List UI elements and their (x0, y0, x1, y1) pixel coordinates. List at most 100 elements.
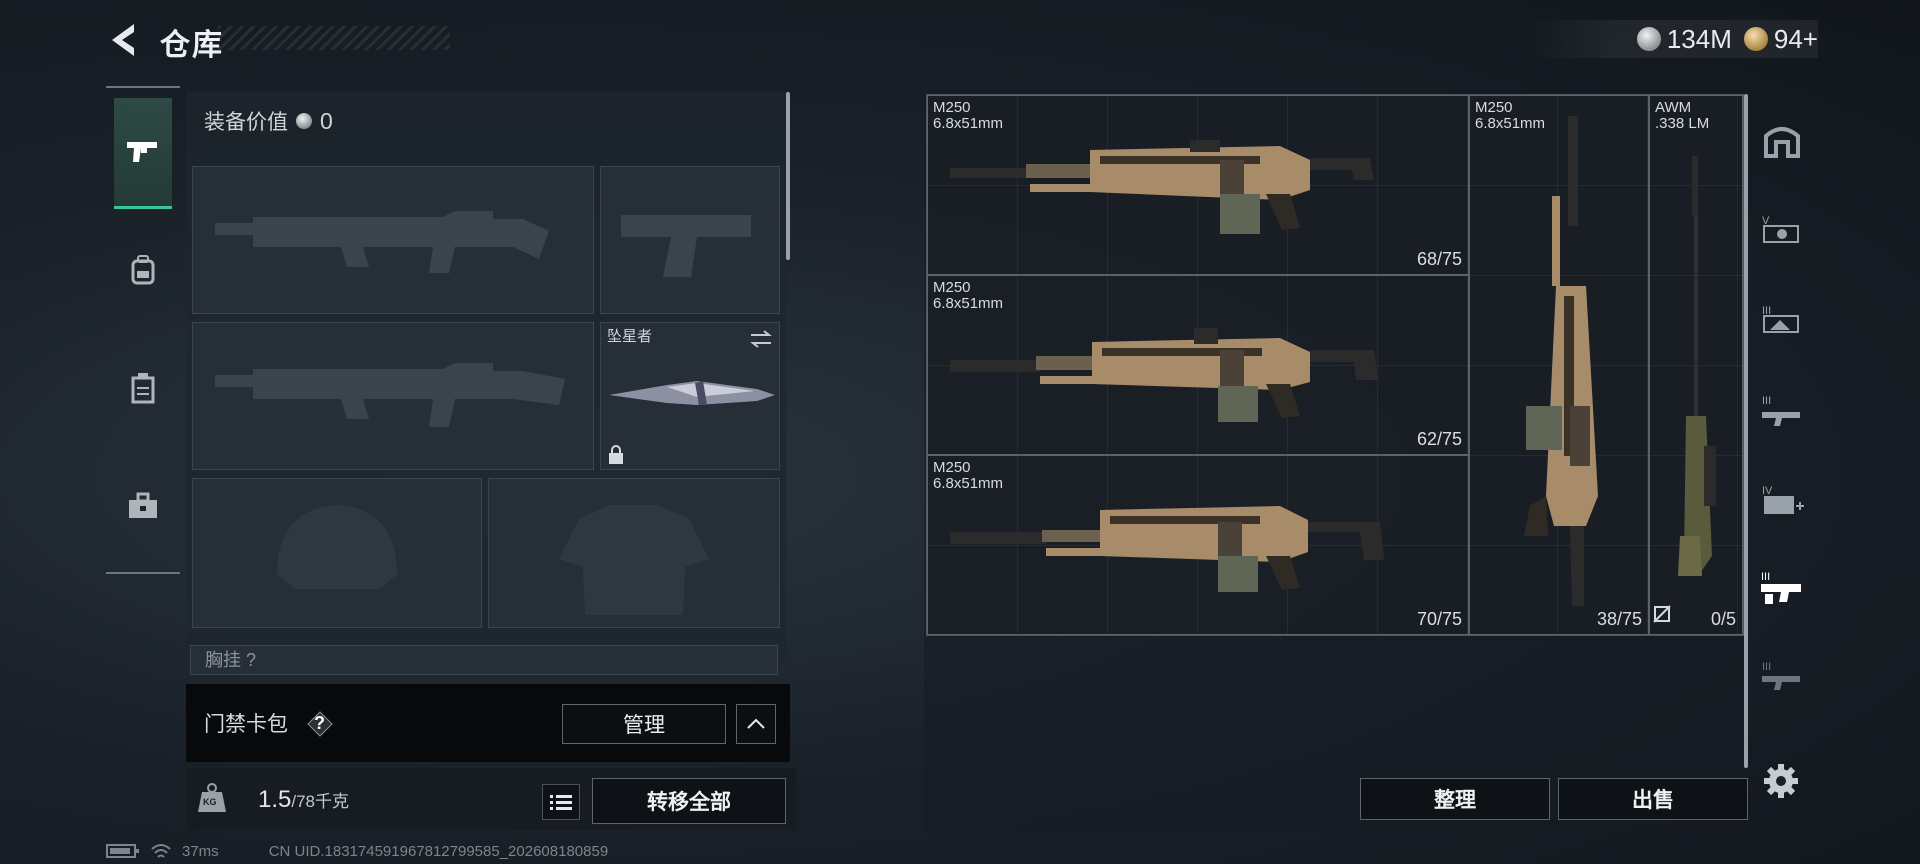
rifle-silhouette-icon (215, 363, 565, 427)
equipment-value: 装备价值 0 (204, 106, 333, 136)
inventory-item-m250-3[interactable]: M250 6.8x51mm 70/75 (927, 455, 1469, 635)
helmet-silhouette-icon (277, 505, 397, 589)
item-ammo-count: 70/75 (1416, 609, 1462, 629)
settings-gear-icon[interactable] (1762, 762, 1800, 800)
chest-rig-count: ? (246, 650, 257, 670)
svg-text:III: III (1761, 571, 1770, 583)
pistol-silhouette-icon (621, 215, 751, 277)
sort-button[interactable]: 整理 (1360, 778, 1550, 820)
silver-coin-icon (296, 113, 312, 129)
category-all[interactable] (1752, 100, 1812, 180)
item-ammo-type: .338 LM (1655, 115, 1710, 132)
tier-iii-rifle-icon: III (1762, 395, 1800, 426)
category-tier-iii-c[interactable]: III (1752, 636, 1812, 716)
collapse-button[interactable] (736, 704, 776, 744)
category-machine-guns[interactable]: III (1752, 548, 1812, 628)
tier-iii-weapon-icon: III (1762, 305, 1799, 333)
primary-weapon-slot-2[interactable] (192, 322, 594, 470)
melee-slot[interactable]: 坠星者 (600, 322, 780, 470)
armor-silhouette-icon (559, 505, 709, 615)
body-armor-slot[interactable] (488, 478, 780, 628)
awm-sniper-rifle-icon (1678, 156, 1716, 576)
inventory-item-m250-1[interactable]: M250 6.8x51mm 68/75 (927, 95, 1469, 275)
pistol-slot[interactable] (600, 166, 780, 314)
inventory-item-awm[interactable]: AWM .338 LM 0/5 (1649, 95, 1743, 635)
item-ammo-count: 38/75 (1596, 609, 1642, 629)
page-title: 仓库 (160, 29, 224, 62)
no-ammo-icon (1653, 605, 1671, 623)
manage-button[interactable]: 管理 (562, 704, 726, 744)
toolbox-icon (129, 492, 157, 518)
weight-icon: KG (192, 778, 232, 818)
currency-gold[interactable]: 94+ (1743, 23, 1818, 55)
inventory-item-m250-vertical[interactable]: M250 6.8x51mm 38/75 (1469, 95, 1649, 635)
equipment-value-amount: 0 (320, 107, 333, 134)
item-ammo-count: 0/5 (1710, 609, 1736, 629)
melee-name: 坠星者 (607, 328, 653, 345)
pistol-icon (127, 142, 157, 162)
swap-icon[interactable] (749, 329, 773, 349)
chest-rig-slot[interactable]: 胸挂 ? (190, 645, 778, 675)
rifle-silhouette-icon (215, 211, 549, 273)
backpack-icon (131, 255, 155, 285)
list-view-button[interactable] (542, 784, 580, 820)
help-icon[interactable]: ? (306, 710, 334, 738)
currency-bar: 134M 94+ (1526, 20, 1818, 58)
tier-iv-medical-icon: IV (1762, 485, 1804, 514)
helmet-slot[interactable] (192, 478, 482, 628)
category-tier-iii-b[interactable]: III (1752, 370, 1812, 450)
category-tier-v[interactable]: V (1752, 190, 1812, 270)
tab-weapons[interactable] (114, 98, 172, 209)
user-uid: CN UID.183174591967812799585_20260818085… (268, 842, 609, 860)
item-ammo-count: 62/75 (1416, 429, 1462, 449)
ping-value: 37ms (182, 842, 219, 860)
inventory-scrollbar[interactable] (1744, 94, 1748, 768)
silver-coin-icon (1636, 27, 1661, 51)
svg-text:III: III (1762, 395, 1771, 407)
tier-v-weapon-icon: V (1762, 215, 1799, 243)
tier-iii-gun-icon: III (1762, 661, 1800, 690)
primary-weapon-slot-1[interactable] (192, 166, 594, 314)
m250-machine-gun-icon (950, 328, 1378, 422)
transfer-all-button[interactable]: 转移全部 (592, 778, 786, 824)
tab-toolbox[interactable] (114, 452, 172, 560)
machine-gun-icon: III (1761, 571, 1801, 604)
item-ammo-count: 68/75 (1416, 249, 1462, 269)
m250-machine-gun-vertical-icon (1524, 116, 1598, 606)
inventory-item-m250-2[interactable]: M250 6.8x51mm 62/75 (927, 275, 1469, 455)
title-decoration (218, 26, 450, 50)
category-rail: V III III IV III III (1752, 86, 1812, 776)
item-name: M250 (1475, 99, 1513, 116)
svg-text:III: III (1762, 661, 1771, 673)
chest-rig-icon (131, 373, 155, 404)
knife-icon (609, 381, 775, 405)
chest-rig-label: 胸挂 (205, 650, 241, 670)
tab-chest-rig[interactable] (114, 334, 172, 442)
category-tier-iii-a[interactable]: III (1752, 280, 1812, 360)
currency-silver[interactable]: 134M (1636, 23, 1732, 55)
item-name-block: AWM .338 LM (1655, 100, 1709, 132)
chevron-up-icon (747, 718, 765, 729)
m250-machine-gun-icon (950, 140, 1374, 234)
battery-icon (106, 844, 139, 858)
list-icon (550, 795, 572, 810)
weight-unit: KG (203, 797, 217, 807)
weight-max: /78千克 (291, 792, 350, 811)
equipment-value-label: 装备价值 (204, 111, 288, 134)
gold-amount: 94+ (1773, 23, 1818, 54)
silver-amount: 134M (1666, 23, 1732, 54)
stash-icon (1764, 127, 1800, 158)
back-button[interactable] (104, 18, 144, 62)
equipment-scrollbar[interactable] (786, 92, 790, 260)
tab-backpack[interactable] (114, 216, 172, 324)
lock-icon (609, 445, 623, 464)
inventory-grid: M250 6.8x51mm 68/75 M250 6.8x51mm 62/75 … (926, 94, 1744, 636)
equipment-tabs (106, 86, 180, 574)
gold-coin-icon (1743, 27, 1768, 51)
sell-button[interactable]: 出售 (1558, 778, 1748, 820)
item-name: AWM (1655, 99, 1692, 116)
wifi-icon (151, 844, 171, 858)
keycard-label: 门禁卡包 (204, 713, 288, 736)
category-tier-iv[interactable]: IV (1752, 460, 1812, 540)
svg-text:IV: IV (1762, 485, 1773, 497)
